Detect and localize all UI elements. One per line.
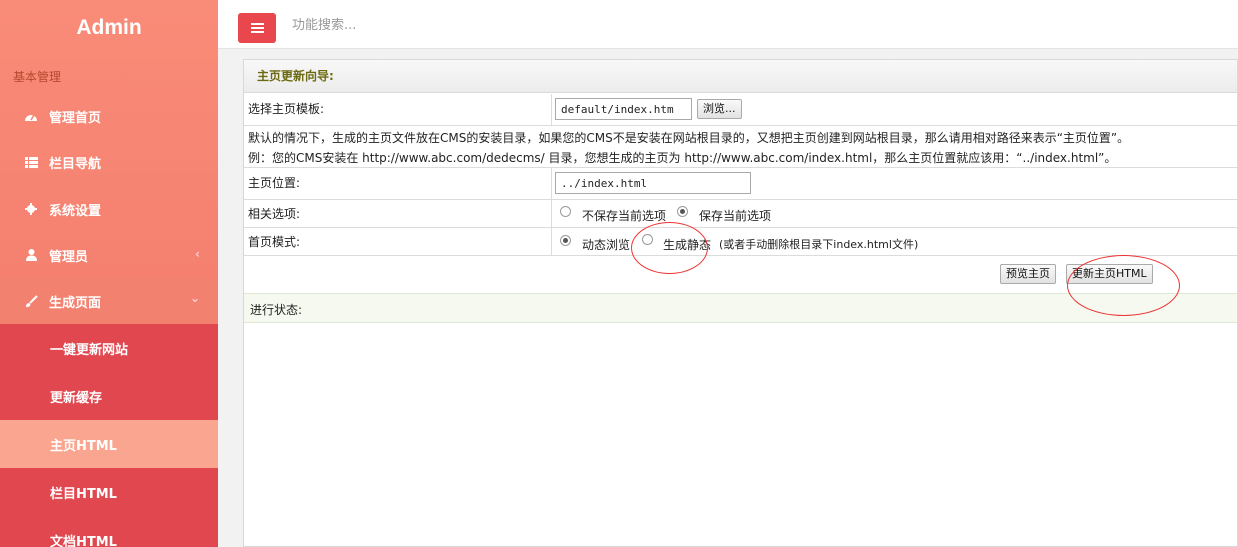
chevron-down-icon: ⌄ [189,291,200,305]
mode-static-radio[interactable] [642,234,653,245]
menu-toggle-button[interactable] [238,13,276,43]
mode-dynamic-label: 动态浏览 [582,238,631,252]
options-label: 相关选项: [248,207,301,221]
position-input[interactable] [555,172,751,194]
sidebar-section-title: 基本管理 [13,70,62,84]
divider [551,228,552,255]
sidebar-subitem-update-site[interactable]: 一键更新网站 [0,324,218,372]
gear-icon [23,201,39,217]
sidebar-item-generate[interactable]: 生成页面 ⌄ [0,278,218,324]
dashboard-icon [23,108,39,124]
sidebar-item-columns[interactable]: 栏目导航 [0,139,218,185]
user-icon [23,247,39,263]
divider [551,200,552,227]
browse-button[interactable]: 浏览... [697,99,742,119]
sidebar-item-label: 管理首页 [49,110,102,126]
divider [244,255,1237,256]
help-note-line2: 例：您的CMS安装在 http://www.abc.com/dedecms/ 目… [248,151,1117,165]
divider [244,125,1237,126]
home-update-panel: 主页更新向导: 选择主页模板: 浏览... 默认的情况下，生成的主页文件放在CM… [243,59,1238,547]
status-label: 进行状态: [250,303,303,317]
option-save-label: 保存当前选项 [699,209,772,223]
divider [244,167,1237,168]
hamburger-icon [250,23,264,33]
sidebar-item-label: 生成页面 [49,295,102,311]
brush-icon [23,293,39,309]
template-input[interactable] [555,98,692,120]
search-input[interactable] [288,9,1194,41]
position-label: 主页位置: [248,176,301,190]
sidebar: Admin 基本管理 管理首页 栏目导航 系统设置 管理员 ‹ 生成页面 ⌄ 一… [0,0,218,547]
help-note-line1: 默认的情况下，生成的主页文件放在CMS的安装目录，如果您的CMS不是安装在网站根… [248,131,1130,145]
divider [218,48,1238,49]
update-home-html-button[interactable]: 更新主页HTML [1066,264,1153,284]
divider [551,94,552,125]
sidebar-subitem-label: 主页HTML [50,438,117,454]
sidebar-item-label: 系统设置 [49,203,102,219]
mode-static-label: 生成静态 [663,238,712,252]
sidebar-item-dashboard[interactable]: 管理首页 [0,93,218,139]
sidebar-subitem-home-html[interactable]: 主页HTML [0,420,218,468]
chevron-left-icon: ‹ [195,247,200,261]
top-bar [218,0,1238,48]
panel-title: 主页更新向导: [244,60,1237,93]
sidebar-item-label: 管理员 [49,249,89,265]
option-nosave-radio[interactable] [560,206,571,217]
list-icon [23,154,39,170]
brand-logo: Admin [76,16,142,39]
sidebar-subitem-update-cache[interactable]: 更新缓存 [0,372,218,420]
divider [244,227,1237,228]
divider [244,199,1237,200]
sidebar-subitem-column-html[interactable]: 栏目HTML [0,468,218,516]
status-row: 进行状态: [244,293,1237,323]
mode-label: 首页模式: [248,235,301,249]
divider [551,168,552,199]
mode-static-hint: (或者手动删除根目录下index.html文件) [719,238,919,251]
sidebar-item-label: 栏目导航 [49,156,102,172]
sidebar-subitem-label: 更新缓存 [50,390,103,406]
option-nosave-label: 不保存当前选项 [582,209,667,223]
sidebar-item-settings[interactable]: 系统设置 [0,186,218,232]
sidebar-subitem-label: 一键更新网站 [50,342,129,358]
preview-home-button[interactable]: 预览主页 [1000,264,1056,284]
sidebar-subitem-label: 文档HTML [50,534,117,547]
sidebar-subitem-doc-html[interactable]: 文档HTML [0,516,218,547]
option-save-radio[interactable] [677,206,688,217]
template-label: 选择主页模板: [248,102,325,116]
mode-dynamic-radio[interactable] [560,235,571,246]
sidebar-subitem-label: 栏目HTML [50,486,117,502]
sidebar-item-admins[interactable]: 管理员 ‹ [0,232,218,278]
